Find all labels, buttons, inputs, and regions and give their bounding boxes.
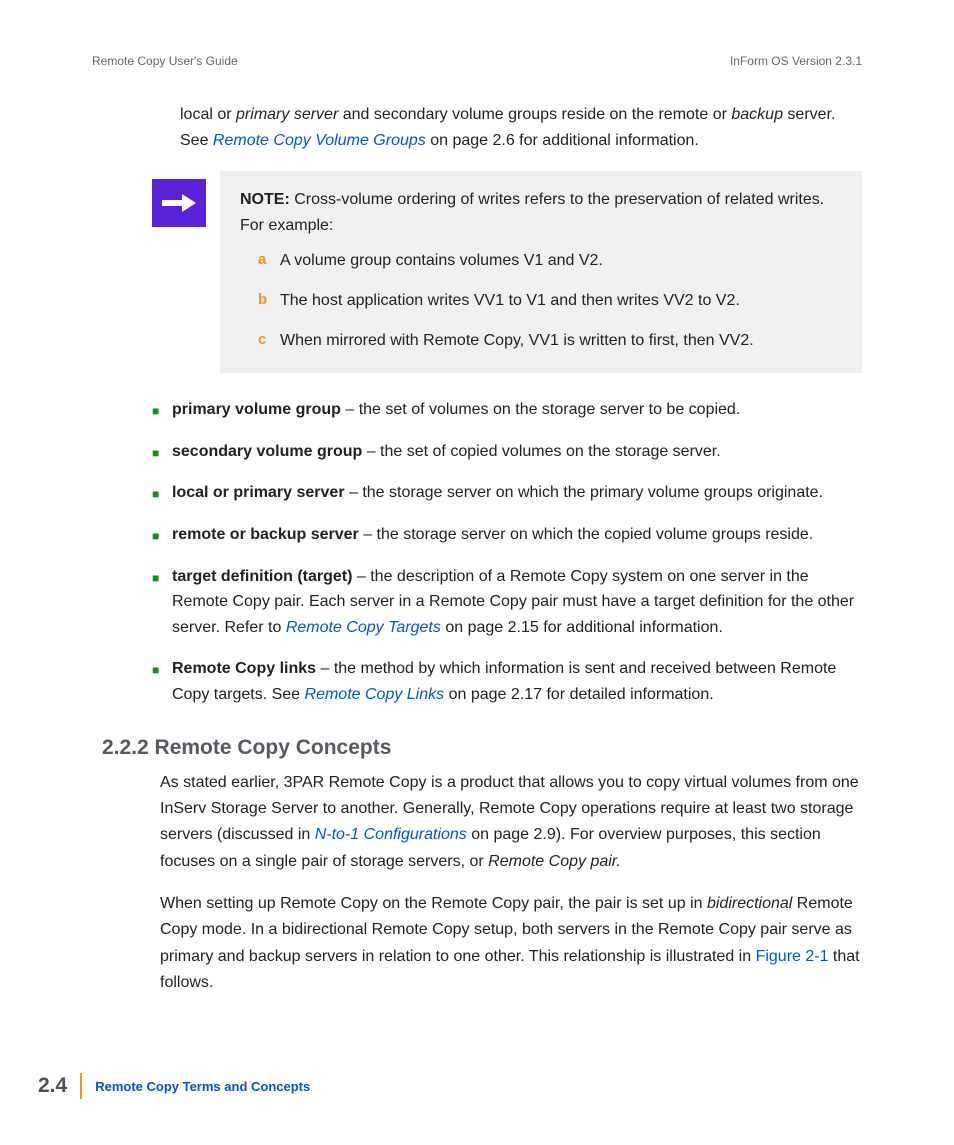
footer-title: Remote Copy Terms and Concepts (95, 1079, 310, 1094)
divider-icon (80, 1073, 82, 1099)
note-item: cWhen mirrored with Remote Copy, VV1 is … (258, 328, 842, 354)
page-header: Remote Copy User's Guide InForm OS Versi… (92, 54, 862, 68)
link-remote-copy-volume-groups[interactable]: Remote Copy Volume Groups (213, 132, 426, 149)
definition-item: ■ primary volume group – the set of volu… (152, 397, 862, 423)
text: and secondary volume groups reside on th… (338, 106, 731, 123)
definition-text: – the set of volumes on the storage serv… (341, 401, 740, 418)
note-content: NOTE: Cross-volume ordering of writes re… (220, 171, 862, 373)
bullet-icon: ■ (152, 480, 172, 506)
page-number: 2.4 (38, 1074, 80, 1098)
header-right: InForm OS Version 2.3.1 (730, 54, 862, 68)
bullet-icon: ■ (152, 564, 172, 641)
definition-item: ■ local or primary server – the storage … (152, 480, 862, 506)
definition-item: ■ secondary volume group – the set of co… (152, 439, 862, 465)
text: local or (180, 106, 236, 123)
definition-item: ■ remote or backup server – the storage … (152, 522, 862, 548)
link-figure-2-1[interactable]: Figure 2-1 (756, 948, 829, 965)
bullet-icon: ■ (152, 522, 172, 548)
text-italic: primary server (236, 106, 338, 123)
header-left: Remote Copy User's Guide (92, 54, 238, 68)
bullet-icon: ■ (152, 439, 172, 465)
term: local or primary server (172, 484, 345, 501)
text-italic: backup (731, 106, 783, 123)
definition-text: – the set of copied volumes on the stora… (362, 443, 720, 460)
term: target definition (target) (172, 568, 352, 585)
term: primary volume group (172, 401, 341, 418)
definition-text: on page 2.15 for additional information. (441, 619, 723, 636)
bullet-icon: ■ (152, 397, 172, 423)
link-remote-copy-links[interactable]: Remote Copy Links (305, 686, 445, 703)
note-item: bThe host application writes VV1 to V1 a… (258, 288, 842, 314)
term: remote or backup server (172, 526, 359, 543)
list-text: A volume group contains volumes V1 and V… (280, 248, 603, 274)
definition-list: ■ primary volume group – the set of volu… (152, 397, 862, 707)
text: When setting up Remote Copy on the Remot… (160, 895, 707, 912)
section-heading: 2.2.2 Remote Copy Concepts (102, 736, 862, 760)
text-italic: Remote Copy pair. (488, 853, 621, 870)
page: Remote Copy User's Guide InForm OS Versi… (0, 0, 954, 1145)
note-label: NOTE: (240, 191, 290, 208)
definition-text: on page 2.17 for detailed information. (444, 686, 714, 703)
note-list: aA volume group contains volumes V1 and … (240, 248, 842, 353)
list-marker: a (258, 248, 280, 274)
body-paragraph: As stated earlier, 3PAR Remote Copy is a… (160, 770, 862, 876)
note-item: aA volume group contains volumes V1 and … (258, 248, 842, 274)
list-text: When mirrored with Remote Copy, VV1 is w… (280, 328, 754, 354)
link-remote-copy-targets[interactable]: Remote Copy Targets (286, 619, 441, 636)
list-text: The host application writes VV1 to V1 an… (280, 288, 740, 314)
term: secondary volume group (172, 443, 362, 460)
note-lead-text: Cross-volume ordering of writes refers t… (240, 191, 824, 234)
definition-text: – the storage server on which the primar… (345, 484, 823, 501)
text: on page 2.6 for additional information. (426, 132, 699, 149)
definition-text: – the storage server on which the copied… (359, 526, 813, 543)
definition-item: ■ target definition (target) – the descr… (152, 564, 862, 641)
definition-item: ■ Remote Copy links – the method by whic… (152, 656, 862, 707)
link-n-to-1-configurations[interactable]: N-to-1 Configurations (315, 826, 467, 843)
arrow-right-icon (152, 179, 206, 227)
note-block: NOTE: Cross-volume ordering of writes re… (152, 171, 862, 373)
body-paragraph: When setting up Remote Copy on the Remot… (160, 891, 862, 997)
list-marker: c (258, 328, 280, 354)
bullet-icon: ■ (152, 656, 172, 707)
intro-paragraph: local or primary server and secondary vo… (180, 102, 862, 153)
text-italic: bidirectional (707, 895, 792, 912)
term: Remote Copy links (172, 660, 316, 677)
list-marker: b (258, 288, 280, 314)
page-footer: 2.4 Remote Copy Terms and Concepts (38, 1073, 310, 1099)
